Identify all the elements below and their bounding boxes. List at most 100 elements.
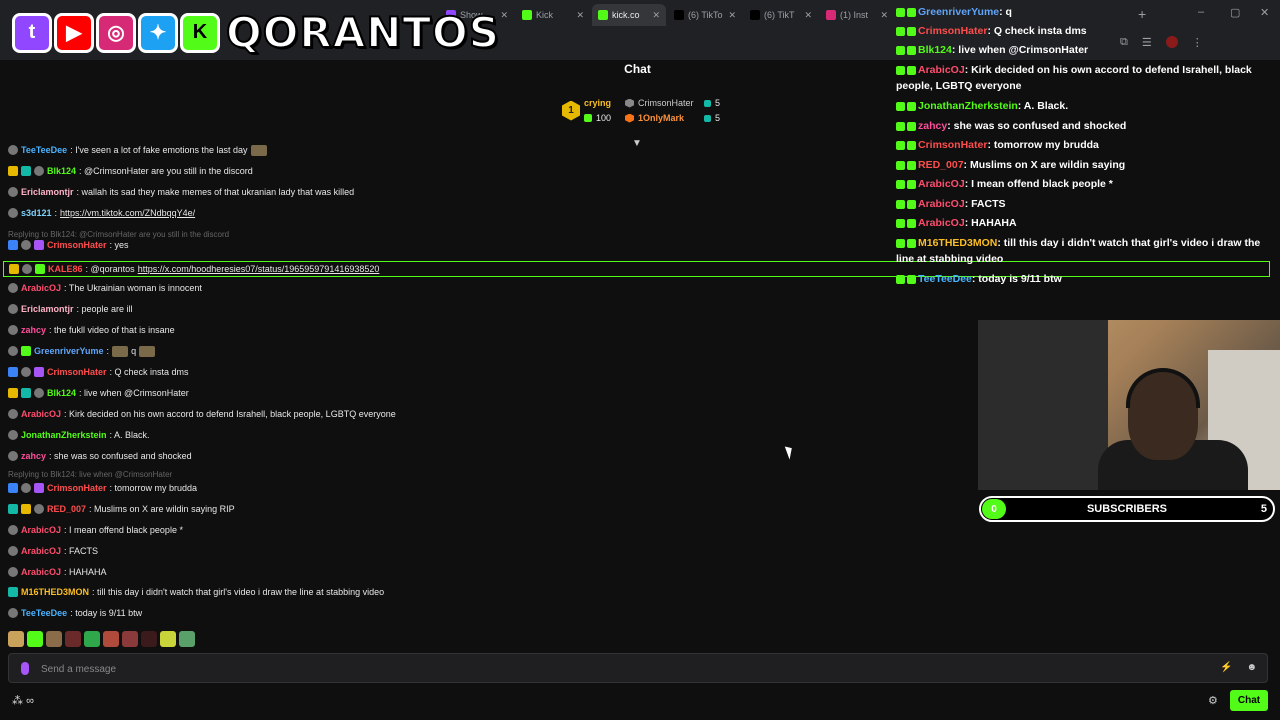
reply-context[interactable]: Replying to Blk124: live when @CrimsonHa… [8,470,172,479]
chat-username[interactable]: zahcy [21,450,46,462]
chat-message[interactable]: TeeTeeDee: I've seen a lot of fake emoti… [8,144,888,156]
emote-icon[interactable] [179,631,195,647]
chat-username[interactable]: Blk124 [47,165,76,177]
chat-username[interactable]: Ericlamontjr [21,186,74,198]
stream-logo: t ▶ ◎ ✦ K QORANTOS [12,7,500,58]
chat-text: : Muslims on X are wildin saying RIP [89,504,235,514]
overlay-username: ArabicOJ [918,178,965,190]
mic-icon[interactable] [21,662,29,675]
chat-message[interactable]: M16THED3MON: till this day i didn't watc… [8,586,888,598]
footer-status[interactable]: ⁂ ∞ [12,694,34,707]
chat-username[interactable]: KALE86 [48,263,83,275]
chat-send-button[interactable]: Chat [1230,690,1268,711]
emote-icon[interactable] [122,631,138,647]
emote-icon[interactable] [160,631,176,647]
chat-message[interactable]: Blk124: @CrimsonHater are you still in t… [8,165,888,177]
chat-username[interactable]: CrimsonHater [47,239,107,251]
chat-username[interactable]: s3d121 [21,207,52,219]
chat-message[interactable]: Blk124: live when @CrimsonHater [8,387,888,399]
emote-icon[interactable] [141,631,157,647]
emoji-icon[interactable]: ☻ [1246,662,1257,673]
overlay-username: CrimsonHater [918,139,988,151]
chat-message[interactable]: zahcy: she was so confused and shocked [8,450,888,462]
chat-username[interactable]: CrimsonHater [47,366,107,378]
overlay-username: ArabicOJ [918,64,965,76]
chat-username[interactable]: TeeTeeDee [21,607,67,619]
chat-message[interactable]: GreenriverYume: q [8,345,888,357]
chat-message[interactable]: RED_007: Muslims on X are wildin saying … [8,503,888,515]
chat-username[interactable]: ArabicOJ [21,566,61,578]
browser-tab[interactable]: Kick ✕ [516,4,590,26]
emote-icon[interactable] [46,631,62,647]
chat-username[interactable]: TeeTeeDee [21,144,67,156]
browser-tab[interactable]: (6) TikTo ✕ [668,4,742,26]
chat-text: : @CrimsonHater are you still in the dis… [79,166,253,176]
user-badge-icon [21,166,31,176]
tab-close-icon[interactable]: ✕ [804,10,812,21]
chat-link[interactable]: https://x.com/hoodheresies07/status/1965… [138,263,380,275]
chat-message[interactable]: s3d121: https://vm.tiktok.com/ZNdbqqY4e/ [8,207,888,219]
leaderboard-entry[interactable]: 1OnlyMark 5 [625,113,720,123]
overlay-text: : A. Black. [1017,100,1069,112]
leaderboard-entry[interactable]: CrimsonHater 5 [625,98,720,108]
gift-icon [584,114,592,122]
chat-message[interactable]: JonathanZherkstein: A. Black. [8,429,888,441]
browser-tab[interactable]: (1) Inst ✕ [820,4,894,26]
chat-message[interactable]: Ericlamontjr: wallah its sad they make m… [8,186,888,198]
user-badge-icon [8,430,18,440]
user-badge-icon [34,367,44,377]
chat-username[interactable]: JonathanZherkstein [21,429,107,441]
chat-message[interactable]: Ericlamontjr: people are ill [8,303,888,315]
tab-close-icon[interactable]: ✕ [880,10,888,21]
message-input[interactable] [41,658,1191,680]
chat-username[interactable]: M16THED3MON [21,586,89,598]
emote-icon[interactable] [8,631,24,647]
emote-icon[interactable] [103,631,119,647]
chat-text: : wallah its sad they make memes of that… [76,187,355,197]
user-badge-icon [8,409,18,419]
chat-message[interactable]: TeeTeeDee: today is 9/11 btw [8,607,888,619]
chat-message[interactable]: ArabicOJ: The Ukrainian woman is innocen… [8,282,888,294]
chat-username[interactable]: ArabicOJ [21,282,61,294]
browser-tab[interactable]: (6) TikT ✕ [744,4,818,26]
chat-username[interactable]: ArabicOJ [21,524,61,536]
user-badge-icon [8,187,18,197]
tab-close-icon[interactable]: ✕ [728,10,736,21]
chat-link[interactable]: https://vm.tiktok.com/ZNdbqqY4e/ [60,207,195,219]
chat-message[interactable]: ArabicOJ: I mean offend black people * [8,524,888,536]
user-badge-icon [8,525,18,535]
browser-tab[interactable]: kick.co ✕ [592,4,666,26]
chat-message[interactable]: CrimsonHater: Q check insta dms [8,366,888,378]
chat-message[interactable]: zahcy: the fukll video of that is insane [8,324,888,336]
chat-message[interactable]: CrimsonHater: yes [8,239,888,251]
reply-context[interactable]: Replying to Blk124: @CrimsonHater are yo… [8,230,229,239]
chat-message[interactable]: ArabicOJ: FACTS [8,545,888,557]
emote-icon[interactable] [27,631,43,647]
overlay-text: : Q check insta dms [987,25,1087,37]
emote-icon[interactable] [65,631,81,647]
chat-username[interactable]: ArabicOJ [21,545,61,557]
chat-username[interactable]: CrimsonHater [47,482,107,494]
chat-message[interactable]: ArabicOJ: HAHAHA [8,566,888,578]
overlay-text: : Muslims on X are wildin saying [963,159,1126,171]
chat-text: : live when @CrimsonHater [79,388,189,398]
chat-username[interactable]: Blk124 [47,387,76,399]
rank-hex-icon [625,98,635,108]
chat-message[interactable]: CrimsonHater: tomorrow my brudda [8,482,888,494]
translate-icon[interactable]: ⚡ [1220,662,1232,673]
youtube-icon: ▶ [54,12,94,53]
chat-username[interactable]: Ericlamontjr [21,303,74,315]
gear-icon[interactable]: ⚙ [1208,694,1218,707]
chat-username[interactable]: RED_007 [47,503,86,515]
tab-close-icon[interactable]: ✕ [652,10,660,21]
chat-message[interactable]: ArabicOJ: Kirk decided on his own accord… [8,408,888,420]
user-badge-icon [907,218,916,228]
tab-close-icon[interactable]: ✕ [576,10,584,21]
leaderboard-top[interactable]: 1 crying 100 [562,98,611,123]
tab-close-icon[interactable]: ✕ [500,10,508,21]
tab-label: kick.co [612,10,640,20]
chat-username[interactable]: ArabicOJ [21,408,61,420]
chat-username[interactable]: GreenriverYume [34,345,104,357]
emote-icon[interactable] [84,631,100,647]
chat-username[interactable]: zahcy [21,324,46,336]
